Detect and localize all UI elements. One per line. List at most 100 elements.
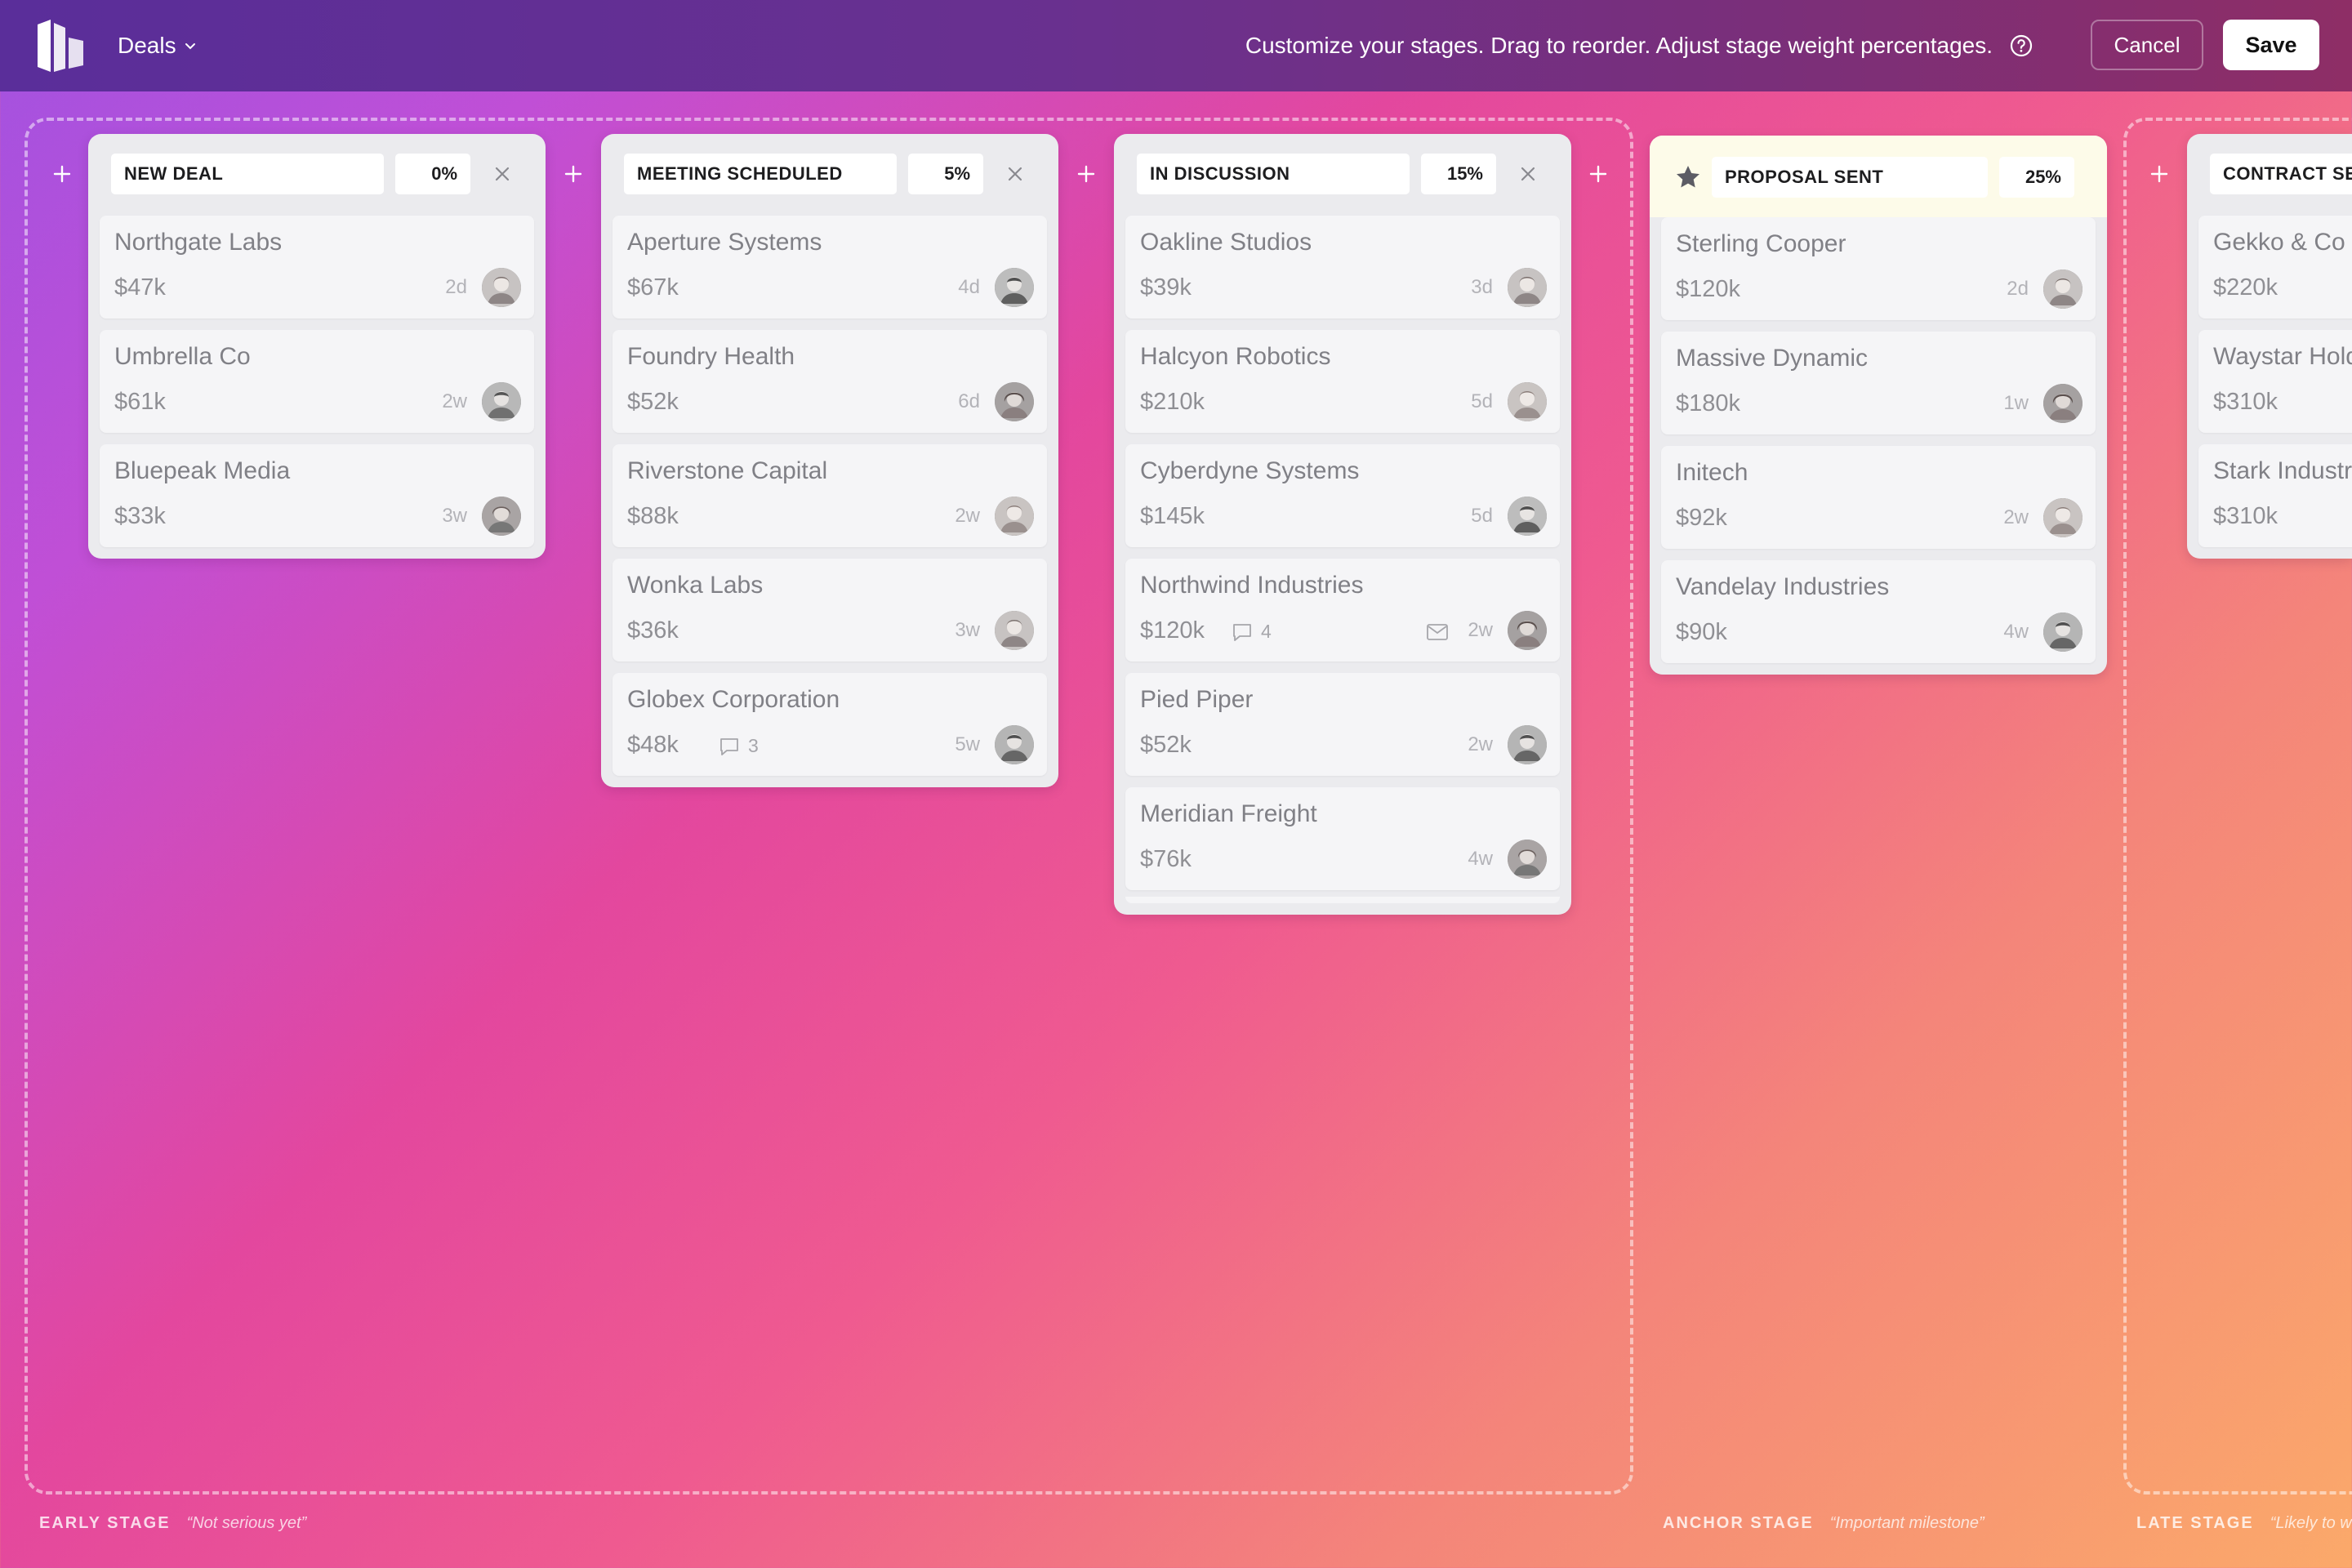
stage-header: PROPOSAL SENT 25% [1650, 136, 2107, 217]
deal-amount: $220k [2213, 274, 2278, 301]
deal-company: Meridian Freight [1140, 800, 1317, 827]
comment-icon [1233, 623, 1251, 641]
deal-amount: $210k [1140, 389, 1205, 415]
deal-card[interactable]: Sterling Cooper $120k 2d [1661, 217, 2096, 320]
early-stage-label: EARLY STAGE “Not serious yet” [39, 1514, 306, 1533]
stage-column-proposal-sent[interactable]: PROPOSAL SENT 25% Sterling Cooper $120k … [1650, 136, 2107, 675]
deal-company: Northwind Industries [1140, 572, 1364, 599]
deal-card[interactable]: Northgate Labs $47k 2d [100, 216, 534, 318]
anchor-stage-label: ANCHOR STAGE “Important milestone” [1663, 1514, 1984, 1533]
deal-amount: $36k [627, 617, 679, 644]
deal-card[interactable]: Vandelay Industries $90k 4w [1661, 560, 2096, 663]
deal-company: Gekko & Co [2213, 229, 2345, 256]
deal-amount: $180k [1676, 390, 1741, 416]
plus-icon [564, 165, 582, 183]
cancel-button[interactable]: Cancel [2091, 20, 2203, 70]
stage-weight-input[interactable]: 25% [1999, 157, 2074, 198]
deal-list: Sterling Cooper $120k 2d Massive Dynamic… [1661, 217, 2096, 663]
deal-amount: $52k [627, 389, 679, 415]
close-icon[interactable] [492, 163, 513, 185]
owner-avatar [1508, 611, 1547, 650]
deal-card[interactable]: Bluepeak Media $33k 3w [100, 444, 534, 547]
instructions-text: Customize your stages. Drag to reorder. … [1245, 33, 1993, 58]
deal-age: 5d [1471, 505, 1493, 527]
deal-amount: $88k [627, 503, 679, 529]
add-stage-button[interactable] [559, 160, 587, 188]
stage-column-in-discussion[interactable]: IN DISCUSSION 15% Oakline Studios $39k 3… [1114, 134, 1571, 915]
deal-list: Northgate Labs $47k 2d Umbrella Co $61k … [100, 216, 534, 547]
stage-name-input[interactable]: MEETING SCHEDULED [624, 154, 897, 194]
add-stage-button[interactable] [1072, 160, 1100, 188]
deal-amount: $145k [1140, 503, 1205, 529]
deal-card[interactable]: Foundry Health $52k 6d [612, 330, 1047, 433]
deal-amount: $67k [627, 274, 679, 301]
app-logo-icon[interactable] [38, 20, 83, 72]
deal-card[interactable]: Waystar Holdings $310k [2198, 330, 2352, 433]
stage-column-meeting-scheduled[interactable]: MEETING SCHEDULED 5% Aperture Systems $6… [601, 134, 1058, 787]
deals-menu-label: Deals [118, 33, 176, 58]
deal-card[interactable]: Northwind Industries $120k 4 2w [1125, 559, 1560, 662]
deal-age: 5w [955, 733, 980, 755]
deal-amount: $47k [114, 274, 166, 301]
stage-name-input[interactable]: NEW DEAL [111, 154, 384, 194]
owner-avatar [2043, 612, 2082, 652]
close-icon[interactable] [1004, 163, 1026, 185]
deal-age: 4d [958, 276, 980, 298]
comment-count: 3 [719, 735, 759, 757]
deal-card[interactable]: Pied Piper $52k 2w [1125, 673, 1560, 776]
deal-company: Oakline Studios [1140, 229, 1312, 256]
deal-card[interactable]: Aperture Systems $67k 4d [612, 216, 1047, 318]
add-stage-button[interactable] [1584, 160, 1612, 188]
deal-card[interactable]: Gekko & Co $220k [2198, 216, 2352, 318]
deal-card[interactable]: Stark Industries $310k [2198, 444, 2352, 547]
deal-company: Halcyon Robotics [1140, 343, 1331, 370]
deal-company: Bluepeak Media [114, 457, 291, 484]
stage-column-new-deal[interactable]: NEW DEAL 0% Northgate Labs $47k 2d Umbre… [88, 134, 546, 559]
deal-age: 4w [2003, 621, 2029, 643]
deal-company: Wonka Labs [627, 572, 764, 599]
help-icon[interactable] [2009, 33, 2034, 58]
deal-card[interactable]: Wonka Labs $36k 3w [612, 559, 1047, 662]
deal-company: Globex Corporation [627, 686, 840, 713]
stage-header: NEW DEAL 0% [100, 134, 534, 216]
stage-column-contract-sent[interactable]: CONTRACT SENT Gekko & Co $220k Waystar H… [2187, 134, 2352, 559]
deal-card[interactable]: Massive Dynamic $180k 1w [1661, 332, 2096, 434]
plus-icon [2150, 165, 2168, 183]
deal-card[interactable]: Cyberdyne Systems $145k 5d [1125, 444, 1560, 547]
star-icon[interactable] [1674, 163, 1702, 191]
deal-list: Oakline Studios $39k 3d Halcyon Robotics… [1125, 216, 1560, 903]
stage-name-input[interactable]: IN DISCUSSION [1137, 154, 1410, 194]
stage-weight-input[interactable]: 15% [1421, 154, 1496, 194]
deal-card[interactable]: Initech $92k 2w [1661, 446, 2096, 549]
deal-card[interactable]: Umbrella Co $61k 2w [100, 330, 534, 433]
owner-avatar [995, 268, 1034, 307]
stage-name-input[interactable]: PROPOSAL SENT [1712, 157, 1988, 198]
deal-company: Massive Dynamic [1676, 345, 1869, 372]
owner-avatar [2043, 270, 2082, 309]
deal-card[interactable]: Globex Corporation $48k 3 5w [612, 673, 1047, 776]
close-icon[interactable] [1517, 163, 1539, 185]
save-button[interactable]: Save [2223, 20, 2319, 70]
deal-age: 6d [958, 390, 980, 412]
stage-weight-input[interactable]: 0% [395, 154, 470, 194]
stage-name-input[interactable]: CONTRACT SENT [2210, 154, 2352, 194]
comment-count-value: 4 [1261, 621, 1272, 642]
stage-weight-input[interactable]: 5% [908, 154, 983, 194]
owner-avatar [482, 268, 521, 307]
add-stage-button[interactable] [48, 160, 76, 188]
owner-avatar [1508, 382, 1547, 421]
add-stage-button[interactable] [2145, 160, 2173, 188]
deal-amount: $48k [627, 732, 679, 758]
deal-card[interactable]: Oakline Studios $39k 3d [1125, 216, 1560, 318]
deal-card[interactable]: Meridian Freight $76k 4w [1125, 787, 1560, 890]
stage-header: IN DISCUSSION 15% [1125, 134, 1560, 216]
owner-avatar [995, 497, 1034, 536]
deals-menu[interactable]: Deals [118, 33, 198, 59]
deal-amount: $310k [2213, 503, 2278, 529]
deal-company: Stark Industries [2213, 457, 2352, 484]
owner-avatar [995, 382, 1034, 421]
deal-card[interactable]: Halcyon Robotics $210k 5d [1125, 330, 1560, 433]
deal-card[interactable]: Riverstone Capital $88k 2w [612, 444, 1047, 547]
deal-company: Waystar Holdings [2213, 343, 2352, 370]
owner-avatar [1508, 840, 1547, 879]
